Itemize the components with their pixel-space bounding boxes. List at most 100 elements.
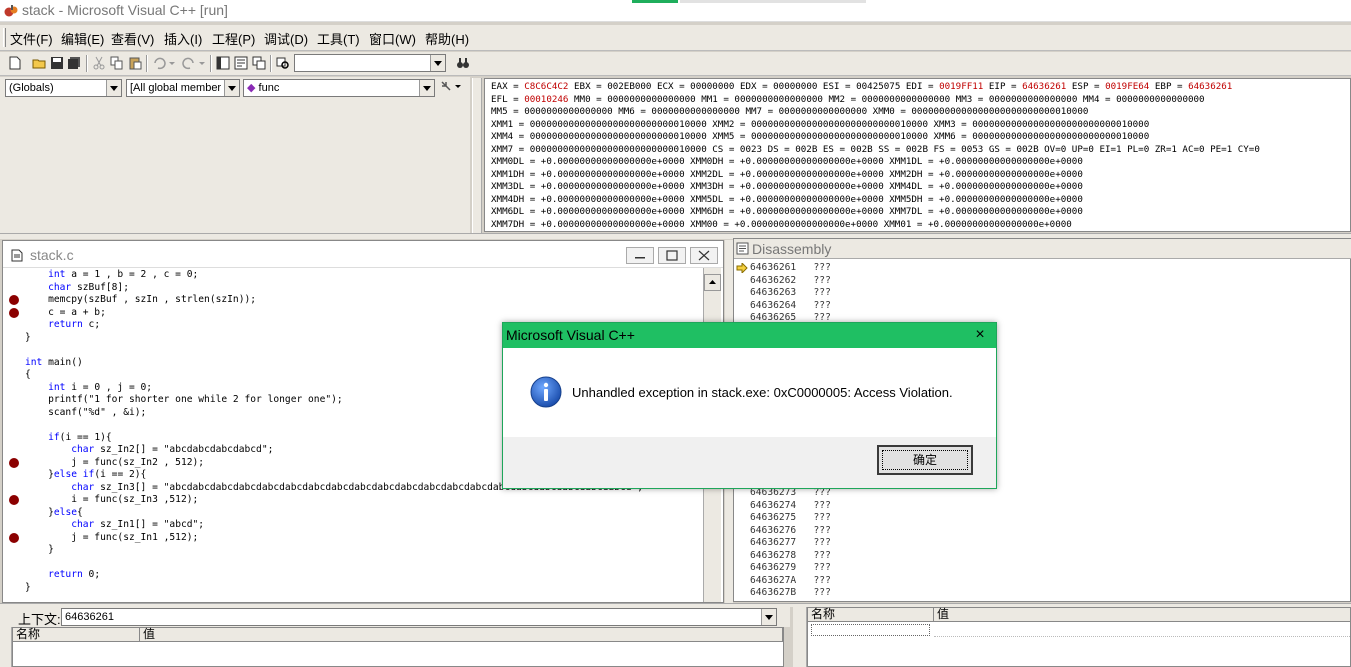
wizard-action-icon[interactable] <box>440 80 464 94</box>
code-line[interactable]: char sz_In2[] = "abcdabcdabcdabcd"; <box>25 444 273 455</box>
code-line[interactable]: }else if(i == 2){ <box>25 469 146 480</box>
scroll-up-button[interactable] <box>704 274 721 291</box>
code-line[interactable]: }else{ <box>25 507 83 518</box>
editor-caption: stack.c <box>3 241 723 268</box>
disassembly-line[interactable]: 64636264 ??? <box>750 300 831 311</box>
code-line[interactable]: char szBuf[8]; <box>25 282 129 293</box>
code-line[interactable]: c = a + b; <box>25 307 106 318</box>
menu-view[interactable]: 查看(V) <box>111 29 154 48</box>
code-line[interactable]: return c; <box>25 319 100 330</box>
find-combo[interactable] <box>294 54 446 72</box>
function-combo[interactable]: ◆ func <box>243 79 435 97</box>
find-binoculars-icon[interactable] <box>456 56 470 70</box>
watch-pane[interactable]: 名称 值 <box>807 607 1351 667</box>
window-list-icon[interactable] <box>252 56 266 70</box>
watch-row-divider <box>934 636 1350 637</box>
ok-button[interactable]: 确定 <box>877 445 973 475</box>
disassembly-line[interactable]: 64636279 ??? <box>750 562 831 573</box>
code-line[interactable]: scanf("%d" , &i); <box>25 407 146 418</box>
code-line[interactable]: j = func(sz_In1 ,512); <box>25 532 198 543</box>
code-line[interactable]: } <box>25 544 54 555</box>
disassembly-line[interactable]: 64636278 ??? <box>750 550 831 561</box>
workspace-icon[interactable] <box>216 56 230 70</box>
chevron-down-icon[interactable] <box>419 80 434 96</box>
menu-project[interactable]: 工程(P) <box>212 29 255 48</box>
copy-icon[interactable] <box>110 56 124 70</box>
code-line[interactable]: printf("1 for shorter one while 2 for lo… <box>25 394 343 405</box>
breakpoint-icon[interactable] <box>9 307 19 318</box>
new-file-icon[interactable] <box>8 56 22 70</box>
code-line[interactable]: { <box>25 369 31 380</box>
paste-icon[interactable] <box>128 56 142 70</box>
code-line[interactable]: memcpy(szBuf , szIn , strlen(szIn)); <box>25 294 256 305</box>
context-combo[interactable]: 64636261 <box>61 608 777 626</box>
save-all-icon[interactable] <box>67 56 81 70</box>
menu-window[interactable]: 窗口(W) <box>369 29 416 48</box>
minimize-button[interactable] <box>626 247 654 264</box>
variables-value-header[interactable]: 值 <box>140 628 783 642</box>
disassembly-line[interactable]: 6463627A ??? <box>750 575 831 586</box>
redo-icon[interactable] <box>182 56 206 70</box>
chevron-down-icon[interactable] <box>761 609 776 625</box>
breakpoint-icon[interactable] <box>9 495 19 505</box>
menu-grip[interactable] <box>3 28 6 47</box>
register-value-changed: 0019FE64 <box>1105 81 1150 92</box>
register-line: XMM3DL = +0.00000000000000000e+0000 XMM3… <box>491 181 1083 192</box>
menu-tools[interactable]: 工具(T) <box>317 29 360 48</box>
menu-file[interactable]: 文件(F) <box>10 29 53 48</box>
register-line: MM5 = 0000000000000000 MM6 = 00000000000… <box>491 106 1088 117</box>
register-text: MM5 = 0000000000000000 MM6 = 00000000000… <box>491 106 1089 117</box>
disassembly-line[interactable]: 64636277 ??? <box>750 537 831 548</box>
breakpoint-icon[interactable] <box>9 295 19 305</box>
disassembly-line[interactable]: 64636262 ??? <box>750 275 831 286</box>
code-line[interactable]: int a = 1 , b = 2 , c = 0; <box>25 269 198 280</box>
breakpoint-icon[interactable] <box>9 532 19 543</box>
disassembly-line[interactable]: 6463627B ??? <box>750 587 831 598</box>
variables-name-header[interactable]: 名称 <box>13 628 140 642</box>
code-line[interactable]: int i = 0 , j = 0; <box>25 382 152 393</box>
standard-toolbar <box>0 52 1351 76</box>
maximize-button[interactable] <box>658 247 686 264</box>
code-line[interactable]: } <box>25 332 31 343</box>
code-line[interactable]: } <box>25 582 31 593</box>
code-line[interactable]: char sz_In1[] = "abcd"; <box>25 519 204 530</box>
watch-new-entry[interactable] <box>811 624 930 636</box>
menu-insert[interactable]: 插入(I) <box>164 29 202 48</box>
close-button[interactable] <box>690 247 718 264</box>
code-line[interactable]: j = func(sz_In2 , 512); <box>25 457 204 468</box>
watch-value-header[interactable]: 值 <box>934 608 1350 622</box>
watch-grip[interactable] <box>793 607 807 667</box>
breakpoint-gutter[interactable] <box>3 268 23 602</box>
dialog-titlebar: Microsoft Visual C++ × <box>503 323 996 348</box>
register-line: XMM7 = 00000000000000000000000000010000 … <box>491 144 1260 155</box>
dialog-close-icon[interactable]: × <box>971 326 989 344</box>
menu-edit[interactable]: 编辑(E) <box>61 29 104 48</box>
class-combo[interactable]: (Globals) <box>5 79 122 97</box>
disassembly-line[interactable]: 64636275 ??? <box>750 512 831 523</box>
code-line[interactable]: int main() <box>25 357 83 368</box>
find-in-files-icon[interactable] <box>276 56 290 70</box>
menu-debug[interactable]: 调试(D) <box>264 29 308 48</box>
chevron-down-icon[interactable] <box>430 55 445 71</box>
code-line[interactable]: i = func(sz_In3 ,512); <box>25 494 198 505</box>
cut-icon[interactable] <box>92 56 106 70</box>
disassembly-line[interactable]: 64636274 ??? <box>750 500 831 511</box>
open-folder-icon[interactable] <box>32 56 46 70</box>
save-icon[interactable] <box>50 56 64 70</box>
registers-window[interactable]: EAX = C8C6C4C2 EBX = 002EB000 ECX = 0000… <box>484 78 1351 232</box>
disassembly-line[interactable]: 64636263 ??? <box>750 287 831 298</box>
undo-icon[interactable] <box>152 56 176 70</box>
filter-combo[interactable]: [All global member <box>126 79 240 97</box>
chevron-down-icon[interactable] <box>106 80 121 96</box>
code-line[interactable]: return 0; <box>25 569 100 580</box>
code-line[interactable]: if(i == 1){ <box>25 432 112 443</box>
chevron-down-icon[interactable] <box>224 80 239 96</box>
registers-grip[interactable] <box>472 78 482 233</box>
output-window-icon[interactable] <box>234 56 248 70</box>
variables-pane[interactable]: 名称 值 <box>12 627 784 667</box>
watch-name-header[interactable]: 名称 <box>808 608 934 622</box>
disassembly-line[interactable]: 64636261 ??? <box>750 262 831 273</box>
breakpoint-icon[interactable] <box>9 457 19 468</box>
disassembly-line[interactable]: 64636276 ??? <box>750 525 831 536</box>
menu-help[interactable]: 帮助(H) <box>425 29 469 48</box>
